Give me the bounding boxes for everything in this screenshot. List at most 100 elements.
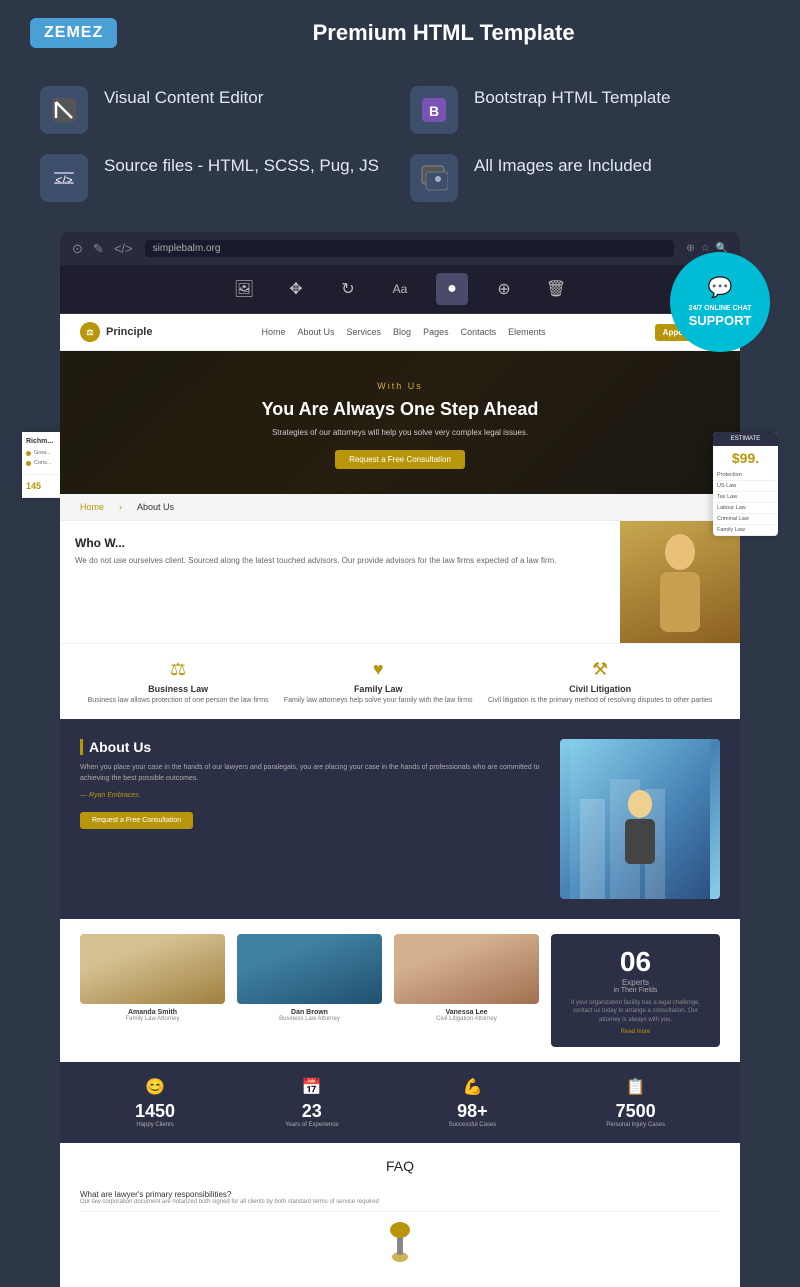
- browser-edit-icon[interactable]: ✎: [93, 241, 104, 257]
- zemez-logo[interactable]: ZEMEZ: [30, 18, 117, 48]
- stat-label-experience: Years of Experience: [285, 1122, 338, 1128]
- move-tool[interactable]: ✥: [280, 273, 312, 305]
- svg-text:</>: </>: [55, 173, 72, 187]
- hero-cta-btn[interactable]: Request a Free Consultation: [335, 450, 465, 469]
- site-nav: ⚖ Principle Home About Us Services Blog …: [60, 314, 740, 351]
- feature-source-files-label: Source files - HTML, SCSS, Pug, JS: [104, 154, 379, 178]
- browser-code-icon[interactable]: </>: [114, 241, 133, 256]
- team-name-dan: Dan Brown: [237, 1009, 382, 1016]
- about-us-cta-btn[interactable]: Request a Free Consultation: [80, 812, 193, 829]
- image-tool[interactable]: 🖼: [228, 273, 260, 305]
- site-logo: ⚖ Principle: [80, 322, 152, 342]
- who-we-section: Who W... We do not use ourselves client.…: [60, 521, 740, 643]
- family-law-title: Family Law: [284, 684, 473, 694]
- browser-nav-icons: ⊙ ✎ </>: [72, 241, 133, 257]
- add-tool[interactable]: ⊕: [488, 273, 520, 305]
- civil-litigation-title: Civil Litigation: [488, 684, 713, 694]
- chat-icon: 💬: [708, 275, 733, 301]
- faq-item-1[interactable]: What are lawyer's primary responsibiliti…: [80, 1184, 720, 1212]
- browser-toolbar: ⊙ ✎ </> simplebalm.org ⊕ ☆ 🔍: [60, 232, 740, 265]
- page-title: Premium HTML Template: [117, 20, 770, 46]
- successful-icon: 💪: [449, 1077, 497, 1097]
- about-us-quote: — Ryan Embraces.: [80, 792, 545, 799]
- support-badge[interactable]: 💬 24/7 ONLINE CHAT SUPPORT: [670, 252, 770, 352]
- bootstrap-icon: B: [410, 86, 458, 134]
- practice-civil-litigation: ⚒ Civil Litigation Civil litigation is t…: [488, 659, 713, 704]
- breadcrumb-about: About Us: [137, 502, 174, 512]
- business-law-icon: ⚖: [88, 659, 269, 680]
- right-sidebar: ESTIMATE $99. Protection US Law Tax Law …: [713, 432, 778, 536]
- feature-visual-editor: Visual Content Editor: [40, 86, 390, 134]
- family-law-icon: ♥: [284, 659, 473, 680]
- left-dot-icon: [26, 451, 31, 456]
- nav-elements[interactable]: Elements: [508, 327, 546, 337]
- support-label: SUPPORT: [689, 313, 752, 330]
- team-role-amanda: Family Law Attorney: [80, 1016, 225, 1022]
- right-sidebar-header: ESTIMATE: [713, 432, 778, 446]
- right-sidebar-item-tax-law: Tax Law: [713, 492, 778, 503]
- site-nav-links[interactable]: Home About Us Services Blog Pages Contac…: [261, 327, 545, 337]
- about-us-image: [560, 739, 720, 899]
- refresh-tool[interactable]: ↻: [332, 273, 364, 305]
- right-sidebar-price: $99.: [713, 446, 778, 470]
- website-mockup: ⚖ Principle Home About Us Services Blog …: [60, 314, 740, 1287]
- team-photo-amanda: [80, 934, 225, 1004]
- stat-label-successful: Successful Cases: [449, 1122, 497, 1128]
- team-role-dan: Business Law Attorney: [237, 1016, 382, 1022]
- svg-text:B: B: [429, 103, 439, 119]
- who-we-text: Who W... We do not use ourselves client.…: [60, 521, 620, 643]
- nav-about[interactable]: About Us: [298, 327, 335, 337]
- stat-successful: 💪 98+ Successful Cases: [449, 1077, 497, 1128]
- breadcrumb-home[interactable]: Home: [80, 502, 104, 512]
- stat-number-clients: 1450: [135, 1101, 175, 1122]
- experts-desc: If your organization facility has a lega…: [563, 999, 708, 1024]
- feature-visual-editor-label: Visual Content Editor: [104, 86, 263, 110]
- browser-back-icon[interactable]: ⊙: [72, 241, 83, 257]
- nav-home[interactable]: Home: [261, 327, 285, 337]
- browser-share-icon[interactable]: ⊕: [686, 243, 694, 254]
- about-banner: Home › About Us: [60, 494, 740, 521]
- practice-areas: ⚖ Business Law Business law allows prote…: [60, 643, 740, 719]
- feature-images: All Images are Included: [410, 154, 760, 202]
- team-member-vanessa: Vanessa Lee Civil Litigation Attorney: [394, 934, 539, 1022]
- right-sidebar-item-labour-law: Labour Law: [713, 503, 778, 514]
- nav-contacts[interactable]: Contacts: [461, 327, 497, 337]
- nav-pages[interactable]: Pages: [423, 327, 449, 337]
- stat-label-clients: Happy Clients: [135, 1122, 175, 1128]
- business-law-title: Business Law: [88, 684, 269, 694]
- stat-number-injury: 7500: [606, 1101, 665, 1122]
- experts-subtitle: in Their Fields: [563, 987, 708, 994]
- stat-number-experience: 23: [285, 1101, 338, 1122]
- visual-editor-icon: [40, 86, 88, 134]
- nav-blog[interactable]: Blog: [393, 327, 411, 337]
- business-law-desc: Business law allows protection of one pe…: [88, 697, 269, 704]
- stat-happy-clients: 😊 1450 Happy Clients: [135, 1077, 175, 1128]
- browser-url-bar[interactable]: simplebalm.org: [145, 240, 675, 257]
- experience-icon: 📅: [285, 1077, 338, 1097]
- preview-container: 💬 24/7 ONLINE CHAT SUPPORT Richm... Grea…: [0, 232, 800, 1287]
- team-member-amanda: Amanda Smith Family Law Attorney: [80, 934, 225, 1022]
- site-logo-icon: ⚖: [80, 322, 100, 342]
- browser-window: ⊙ ✎ </> simplebalm.org ⊕ ☆ 🔍 🖼 ✥ ↻ Aa ● …: [60, 232, 740, 1287]
- team-photo-dan: [237, 934, 382, 1004]
- team-role-vanessa: Civil Litigation Attorney: [394, 1016, 539, 1022]
- hero-section: With Us You Are Always One Step Ahead St…: [60, 351, 740, 494]
- breadcrumb-separator: ›: [119, 502, 122, 512]
- practice-business-law: ⚖ Business Law Business law allows prote…: [88, 659, 269, 704]
- stat-number-successful: 98+: [449, 1101, 497, 1122]
- team-name-amanda: Amanda Smith: [80, 1009, 225, 1016]
- stat-label-injury: Personal Injury Cases: [606, 1122, 665, 1128]
- circle-tool[interactable]: ●: [436, 273, 468, 305]
- team-name-vanessa: Vanessa Lee: [394, 1009, 539, 1016]
- text-tool[interactable]: Aa: [384, 273, 416, 305]
- nav-services[interactable]: Services: [347, 327, 382, 337]
- delete-tool[interactable]: 🗑: [540, 273, 572, 305]
- experts-number: 06: [563, 946, 708, 978]
- stat-experience: 📅 23 Years of Experience: [285, 1077, 338, 1128]
- source-files-icon: </>: [40, 154, 88, 202]
- experts-read-more-btn[interactable]: Read more: [563, 1029, 708, 1035]
- left-dot-icon2: [26, 461, 31, 466]
- team-photo-vanessa: [394, 934, 539, 1004]
- feature-bootstrap: B Bootstrap HTML Template: [410, 86, 760, 134]
- features-grid: Visual Content Editor B Bootstrap HTML T…: [0, 66, 800, 232]
